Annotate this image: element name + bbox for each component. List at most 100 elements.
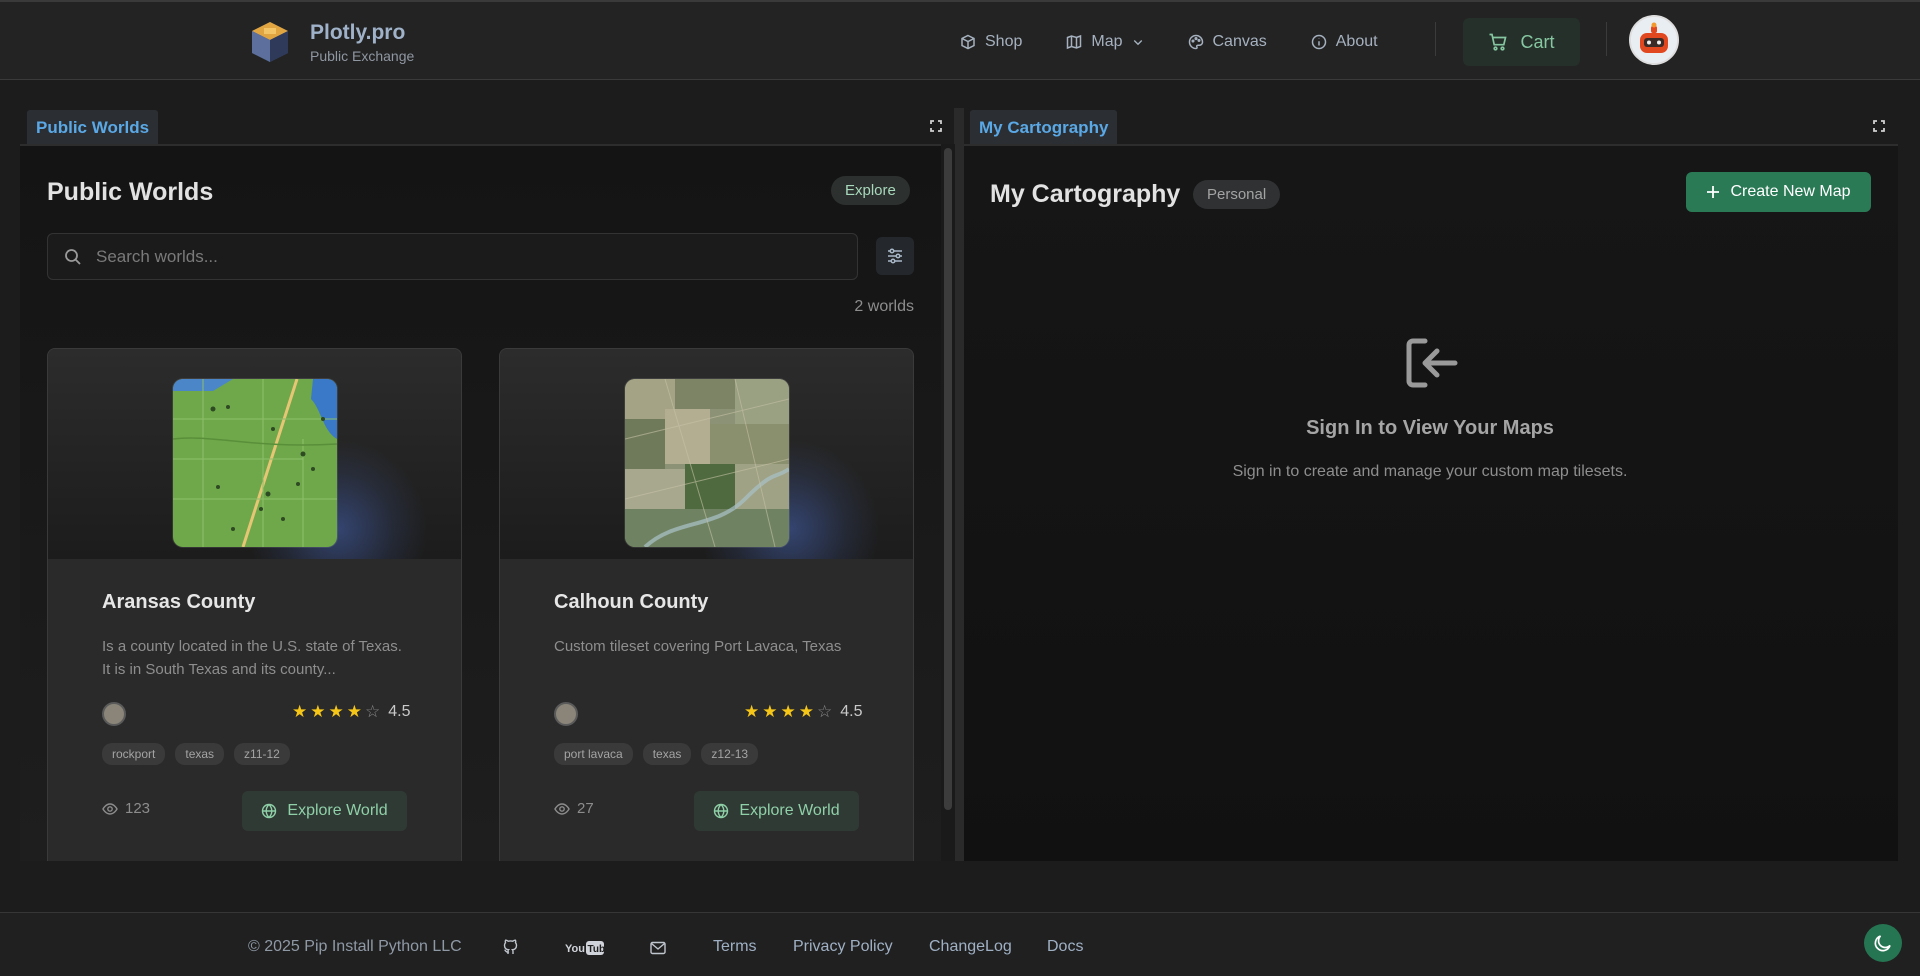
moon-icon xyxy=(1874,935,1891,952)
filter-button[interactable] xyxy=(876,237,914,275)
search-icon xyxy=(65,248,81,265)
create-new-map-button[interactable]: Create New Map xyxy=(1686,172,1871,212)
brand-name: Plotly.pro xyxy=(310,20,406,44)
logo-cube-icon xyxy=(248,18,292,66)
create-new-map-label: Create New Map xyxy=(1730,183,1851,200)
nav-canvas[interactable]: Canvas xyxy=(1188,27,1267,57)
brand[interactable]: Plotly.pro Public Exchange xyxy=(248,18,414,66)
scrollbar-thumb[interactable] xyxy=(944,148,952,810)
card-description: Is a county located in the U.S. state of… xyxy=(102,638,402,678)
filter-icon xyxy=(888,248,902,264)
search-box[interactable] xyxy=(47,233,858,280)
nav-map[interactable]: Map xyxy=(1066,27,1143,57)
star-icon: ★ xyxy=(328,702,344,721)
expand-icon[interactable] xyxy=(1873,120,1885,132)
sign-in-title: Sign In to View Your Maps xyxy=(1306,417,1554,439)
star-icon: ★ xyxy=(346,702,362,721)
top-header: Plotly.pro Public Exchange Shop Map Canv… xyxy=(0,0,1920,80)
brand-subtitle: Public Exchange xyxy=(310,47,415,64)
star-icon: ★ xyxy=(292,702,308,721)
expand-icon[interactable] xyxy=(930,120,942,132)
info-icon xyxy=(1311,34,1326,50)
nav-about[interactable]: About xyxy=(1311,27,1378,57)
explore-world-button[interactable]: Explore World xyxy=(242,791,407,831)
world-card[interactable]: Calhoun County Custom tileset covering P… xyxy=(499,348,914,861)
view-count-value: 123 xyxy=(125,800,151,817)
rating-value: 4.5 xyxy=(840,703,863,720)
eye-icon xyxy=(554,802,570,815)
tag: port lavaca xyxy=(554,743,633,765)
card-title: Calhoun County xyxy=(554,591,709,613)
theme-toggle-button[interactable] xyxy=(1864,924,1902,962)
world-count: 2 worlds xyxy=(854,298,914,315)
owner-avatar xyxy=(554,702,578,726)
owner-avatar xyxy=(102,702,126,726)
footer: © 2025 Pip Install Python LLC You Tube T… xyxy=(0,912,1920,976)
my-cartography-panel: My Cartography Personal xyxy=(964,144,1898,861)
star-icon: ★ xyxy=(780,702,796,721)
tag: z12-13 xyxy=(701,743,759,765)
star-empty-icon: ☆ xyxy=(365,702,381,721)
star-rating: ★ ★ ★ ★ ☆ 4.5 xyxy=(292,703,411,721)
star-empty-icon: ☆ xyxy=(817,702,833,721)
star-icon: ★ xyxy=(762,702,778,721)
tag-list: rockport texas z11-12 xyxy=(102,743,290,765)
tab-public-worlds[interactable]: Public Worlds xyxy=(27,110,159,144)
nav-shop[interactable]: Shop xyxy=(960,27,1022,57)
nav-divider xyxy=(1435,22,1436,56)
tag: texas xyxy=(642,743,692,765)
card-title: Aransas County xyxy=(102,591,256,613)
explore-world-label: Explore World xyxy=(739,802,840,819)
nav-about-label: About xyxy=(1335,33,1378,50)
map-thumbnail xyxy=(173,379,337,547)
nav-divider xyxy=(1606,22,1607,56)
palette-icon xyxy=(1188,34,1203,50)
cart-icon xyxy=(1489,33,1508,51)
package-icon xyxy=(961,34,975,50)
map-icon xyxy=(1067,34,1082,50)
section-title: My Cartography xyxy=(990,180,1181,208)
footer-link-terms[interactable]: Terms xyxy=(713,938,757,956)
svg-text:You: You xyxy=(565,943,585,955)
cart-label: Cart xyxy=(1520,31,1555,52)
view-count: 123 xyxy=(102,800,150,817)
cart-button[interactable]: Cart xyxy=(1463,18,1580,66)
footer-link-docs[interactable]: Docs xyxy=(1047,938,1083,956)
star-rating: ★ ★ ★ ★ ☆ 4.5 xyxy=(744,703,863,721)
copyright: © 2025 Pip Install Python LLC xyxy=(248,938,462,955)
svg-text:Tube: Tube xyxy=(588,944,606,955)
personal-badge: Personal xyxy=(1193,180,1281,209)
star-icon: ★ xyxy=(744,702,760,721)
search-input[interactable] xyxy=(96,246,796,267)
tag: texas xyxy=(175,743,225,765)
youtube-icon[interactable]: You Tube xyxy=(565,940,605,956)
user-avatar[interactable] xyxy=(1629,15,1679,65)
tag: rockport xyxy=(102,743,166,765)
card-description: Custom tileset covering Port Lavaca, Tex… xyxy=(554,638,842,655)
github-icon[interactable] xyxy=(503,939,519,955)
panel-splitter[interactable] xyxy=(954,108,964,861)
globe-icon xyxy=(714,803,729,819)
main-nav: Shop Map Canvas About xyxy=(960,27,1422,57)
nav-shop-label: Shop xyxy=(985,33,1023,50)
section-title: Public Worlds xyxy=(47,178,214,206)
mail-icon[interactable] xyxy=(650,941,666,955)
card-preview xyxy=(48,349,461,559)
explore-badge: Explore xyxy=(831,176,910,205)
nav-canvas-label: Canvas xyxy=(1212,33,1267,50)
map-thumbnail xyxy=(625,379,789,547)
tab-my-cartography[interactable]: My Cartography xyxy=(970,110,1118,144)
tag-list: port lavaca texas z12-13 xyxy=(554,743,759,765)
view-count: 27 xyxy=(554,800,594,817)
plus-icon xyxy=(1707,186,1720,198)
rating-value: 4.5 xyxy=(388,703,411,720)
world-card[interactable]: Aransas County Is a county located in th… xyxy=(47,348,462,861)
explore-world-button[interactable]: Explore World xyxy=(694,791,859,831)
eye-icon xyxy=(102,802,118,815)
star-icon: ★ xyxy=(798,702,814,721)
card-preview xyxy=(500,349,913,559)
footer-link-changelog[interactable]: ChangeLog xyxy=(929,938,1012,956)
sign-in-description: Sign in to create and manage your custom… xyxy=(1232,463,1628,480)
chevron-down-icon xyxy=(1133,40,1142,46)
footer-link-privacy[interactable]: Privacy Policy xyxy=(793,938,893,956)
